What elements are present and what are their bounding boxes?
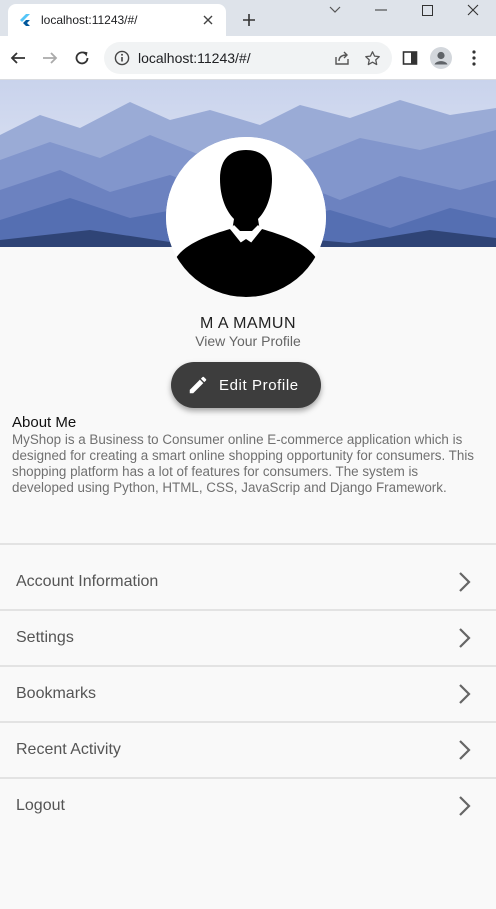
- chevron-right-icon: [452, 570, 476, 594]
- plus-icon[interactable]: [238, 9, 260, 31]
- edit-profile-button[interactable]: Edit Profile: [171, 362, 321, 408]
- forward-arrow-icon[interactable]: [38, 46, 62, 70]
- menu-item-label: Settings: [16, 629, 74, 646]
- back-arrow-icon[interactable]: [6, 46, 30, 70]
- profile-avatar[interactable]: [166, 137, 326, 297]
- browser-tab[interactable]: localhost:11243/#/: [8, 4, 226, 36]
- reload-icon[interactable]: [70, 46, 94, 70]
- chevron-right-icon: [452, 626, 476, 650]
- info-icon[interactable]: [114, 50, 130, 66]
- share-icon[interactable]: [332, 48, 352, 68]
- menu-item-bookmarks[interactable]: Bookmarks: [0, 667, 496, 721]
- address-bar[interactable]: localhost:11243/#/: [104, 42, 392, 74]
- profile-name: M A MAMUN: [199, 315, 297, 332]
- menu-item-label: Logout: [16, 797, 65, 814]
- chevron-right-icon: [452, 738, 476, 762]
- about-text: MyShop is a Business to Consumer online …: [12, 432, 474, 495]
- chevron-right-icon: [452, 794, 476, 818]
- about-title: About Me: [12, 414, 77, 431]
- edit-profile-label: Edit Profile: [219, 376, 299, 394]
- window-close-icon[interactable]: [450, 0, 496, 20]
- menu-item-recent-activity[interactable]: Recent Activity: [0, 723, 496, 777]
- maximize-icon[interactable]: [404, 0, 450, 20]
- flutter-favicon-icon: [18, 13, 32, 27]
- side-panel-icon[interactable]: [398, 46, 422, 70]
- browser-tab-strip: localhost:11243/#/: [0, 0, 496, 36]
- menu-item-label: Recent Activity: [16, 741, 121, 758]
- menu-item-label: Bookmarks: [16, 685, 97, 702]
- divider: [0, 543, 496, 545]
- star-icon[interactable]: [362, 48, 382, 68]
- view-profile-link[interactable]: View Your Profile: [0, 333, 496, 349]
- browser-toolbar: localhost:11243/#/: [0, 36, 496, 80]
- pencil-icon: [187, 374, 209, 396]
- profile-avatar-icon[interactable]: [429, 46, 453, 70]
- menu-item-label: Account Information: [16, 573, 159, 590]
- kebab-menu-icon[interactable]: [462, 46, 486, 70]
- chevron-right-icon: [452, 682, 476, 706]
- menu-item-settings[interactable]: Settings: [0, 611, 496, 665]
- menu-item-logout[interactable]: Logout: [0, 779, 496, 833]
- url-text: localhost:11243/#/: [138, 50, 251, 66]
- close-icon[interactable]: [200, 12, 216, 28]
- tab-title: localhost:11243/#/: [41, 13, 138, 27]
- profile-page: M A MAMUN View Your Profile Edit Profile…: [0, 80, 496, 909]
- menu-item-account-information[interactable]: Account Information: [0, 555, 496, 609]
- chevron-down-icon[interactable]: [312, 0, 358, 20]
- minimize-icon[interactable]: [358, 0, 404, 20]
